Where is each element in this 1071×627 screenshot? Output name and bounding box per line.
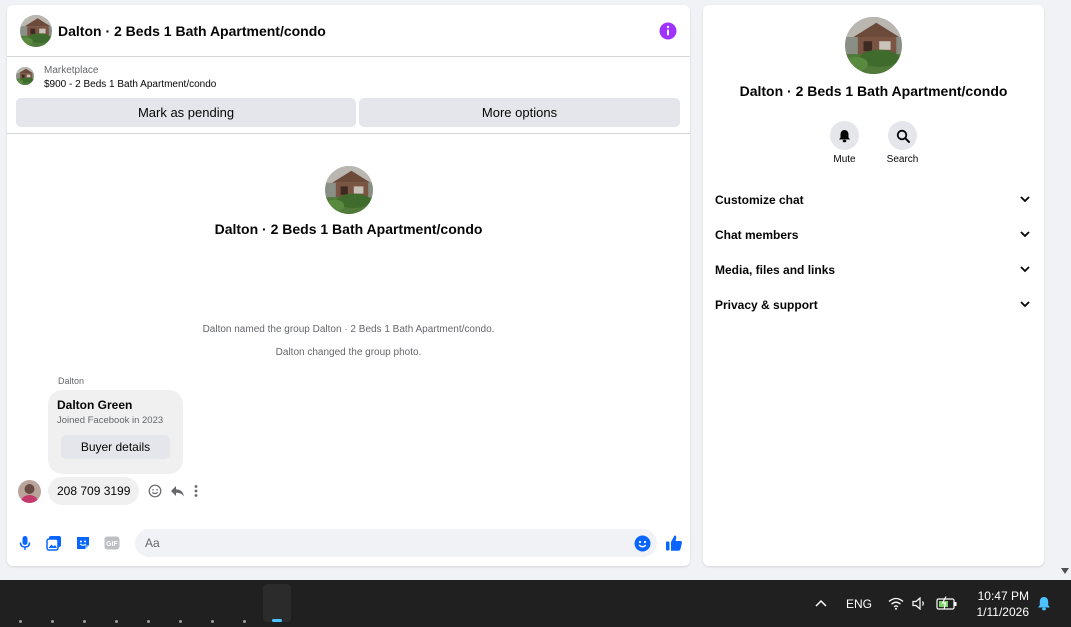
intro-avatar (325, 166, 373, 214)
message-input-wrapper (135, 529, 657, 557)
bell-icon (839, 129, 850, 142)
system-message: Dalton changed the group photo. (275, 347, 422, 358)
message-row: 208 709 3199 (18, 477, 199, 505)
more-actions-icon[interactable] (193, 484, 199, 498)
chevron-down-icon (1020, 196, 1030, 203)
taskbar-app[interactable] (83, 620, 86, 623)
taskbar-app[interactable] (147, 620, 150, 623)
language-indicator[interactable]: ENG (846, 580, 872, 627)
info-avatar[interactable] (845, 17, 902, 74)
thumbs-up-icon[interactable] (665, 534, 683, 552)
reply-icon[interactable] (170, 484, 185, 498)
section-label: Media, files and links (715, 262, 836, 277)
chevron-down-icon (1020, 231, 1030, 238)
section-customize-chat[interactable]: Customize chat (703, 182, 1044, 217)
buyer-profile-card: Dalton Green Joined Facebook in 2023 Buy… (48, 390, 183, 474)
taskbar-app[interactable] (19, 620, 22, 623)
gif-icon[interactable]: GIF (104, 535, 120, 551)
info-icon[interactable] (659, 22, 677, 40)
mute-label: Mute (833, 154, 856, 165)
message-input[interactable] (145, 536, 615, 550)
svg-text:GIF: GIF (106, 541, 118, 548)
microphone-icon[interactable] (17, 535, 33, 551)
scroll-down-arrow-icon[interactable] (1060, 567, 1070, 575)
photo-gallery-icon[interactable] (46, 535, 62, 551)
message-list[interactable]: Dalton · 2 Beds 1 Bath Apartment/condo D… (7, 134, 690, 516)
buyer-joined-text: Joined Facebook in 2023 (57, 415, 164, 426)
speaker-icon[interactable] (912, 597, 928, 610)
marketplace-listing-bar: Marketplace $900 - 2 Beds 1 Bath Apartme… (7, 57, 690, 134)
mute-button[interactable]: Mute (828, 121, 862, 165)
section-label: Customize chat (715, 192, 804, 207)
taskbar-app[interactable] (243, 620, 246, 623)
search-label: Search (886, 154, 919, 165)
listing-thumbnail[interactable] (16, 67, 34, 85)
more-options-button[interactable]: More options (359, 98, 680, 127)
active-app-indicator (272, 619, 282, 622)
search-button[interactable]: Search (886, 121, 920, 165)
chevron-up-icon[interactable] (815, 599, 827, 607)
section-media-files-links[interactable]: Media, files and links (703, 252, 1044, 287)
marketplace-label: Marketplace (44, 65, 99, 76)
clock-time: 10:47 PM (977, 589, 1029, 603)
taskbar-app[interactable] (51, 620, 54, 623)
clock-date: 1/11/2026 (976, 605, 1030, 619)
system-message: Dalton named the group Dalton · 2 Beds 1… (202, 324, 495, 335)
section-label: Privacy & support (715, 297, 818, 312)
info-title: Dalton · 2 Beds 1 Bath Apartment/condo (739, 83, 1008, 99)
battery-icon[interactable] (936, 596, 958, 610)
taskbar-app-active[interactable] (263, 584, 291, 622)
chat-title[interactable]: Dalton · 2 Beds 1 Bath Apartment/condo (58, 23, 659, 39)
emoji-icon[interactable] (634, 535, 651, 552)
chat-panel: Dalton · 2 Beds 1 Bath Apartment/condo M… (7, 5, 690, 566)
message-composer: GIF (7, 527, 690, 559)
taskbar-app[interactable] (179, 620, 182, 623)
buyer-details-button[interactable]: Buyer details (61, 435, 170, 459)
sender-avatar[interactable] (18, 479, 41, 503)
taskbar-app[interactable] (115, 620, 118, 623)
chat-info-panel: Dalton · 2 Beds 1 Bath Apartment/condo M… (703, 5, 1044, 566)
react-emoji-icon[interactable] (148, 484, 162, 498)
message-bubble[interactable]: 208 709 3199 (48, 477, 140, 505)
intro-title: Dalton · 2 Beds 1 Bath Apartment/condo (214, 221, 483, 237)
wifi-icon[interactable] (888, 597, 904, 610)
info-sections: Customize chat Chat members Media, files… (703, 182, 1044, 322)
system-clock[interactable]: 10:47 PM 1/11/2026 (977, 588, 1030, 620)
group-avatar[interactable] (20, 15, 52, 47)
sticker-icon[interactable] (75, 535, 91, 551)
listing-price-title[interactable]: $900 - 2 Beds 1 Bath Apartment/condo (44, 78, 216, 92)
section-privacy-support[interactable]: Privacy & support (703, 287, 1044, 322)
mark-as-pending-button[interactable]: Mark as pending (16, 98, 356, 127)
chevron-down-icon (1020, 266, 1030, 273)
taskbar-app[interactable] (211, 620, 214, 623)
chat-header: Dalton · 2 Beds 1 Bath Apartment/condo (7, 5, 690, 57)
section-chat-members[interactable]: Chat members (703, 217, 1044, 252)
notification-bell-icon[interactable] (1037, 596, 1051, 611)
search-icon (896, 129, 910, 143)
section-label: Chat members (715, 227, 799, 242)
buyer-name: Dalton Green (57, 398, 133, 412)
chevron-down-icon (1020, 301, 1030, 308)
windows-taskbar: ENG 10:47 PM 1/11/2026 (0, 580, 1071, 627)
chat-intro: Dalton · 2 Beds 1 Bath Apartment/condo (7, 166, 690, 237)
sender-name: Dalton (58, 376, 85, 386)
